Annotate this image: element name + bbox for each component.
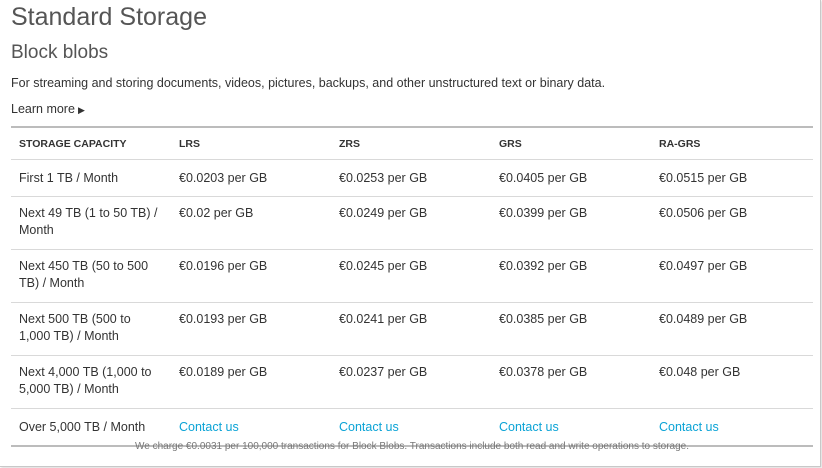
- pricing-table: STORAGE CAPACITY LRS ZRS GRS RA-GRS Firs…: [11, 126, 813, 447]
- header-lrs: LRS: [171, 127, 331, 160]
- triangle-right-icon: ▶: [77, 105, 85, 115]
- lrs-price-cell: €0.0189 per GB: [171, 355, 331, 409]
- zrs-price-cell: €0.0237 per GB: [331, 355, 491, 409]
- grs-contact-us-link[interactable]: Contact us: [499, 420, 559, 434]
- lrs-price-cell: €0.02 per GB: [171, 196, 331, 250]
- capacity-cell: Next 450 TB (50 to 500 TB) / Month: [11, 249, 171, 303]
- grs-price-cell: €0.0405 per GB: [491, 159, 651, 197]
- table-row: First 1 TB / Month €0.0203 per GB €0.025…: [11, 159, 813, 197]
- lrs-price-cell: €0.0196 per GB: [171, 249, 331, 303]
- header-zrs: ZRS: [331, 127, 491, 160]
- grs-price-cell: €0.0385 per GB: [491, 302, 651, 356]
- lrs-price-cell: €0.0203 per GB: [171, 159, 331, 197]
- table-header-row: STORAGE CAPACITY LRS ZRS GRS RA-GRS: [11, 127, 813, 160]
- transactions-footnote: We charge €0.0031 per 100,000 transactio…: [134, 441, 690, 452]
- capacity-cell: Next 4,000 TB (1,000 to 5,000 TB) / Mont…: [11, 355, 171, 409]
- section-description: For streaming and storing documents, vid…: [11, 76, 606, 90]
- capacity-cell: First 1 TB / Month: [11, 159, 171, 197]
- zrs-price-cell: €0.0249 per GB: [331, 196, 491, 250]
- capacity-cell: Next 49 TB (1 to 50 TB) / Month: [11, 196, 171, 250]
- ra-grs-price-cell: €0.0497 per GB: [651, 249, 813, 303]
- table-row: Next 49 TB (1 to 50 TB) / Month €0.02 pe…: [11, 196, 813, 250]
- ra-grs-price-cell: €0.048 per GB: [651, 355, 813, 409]
- ra-grs-price-cell: €0.0506 per GB: [651, 196, 813, 250]
- grs-price-cell: €0.0399 per GB: [491, 196, 651, 250]
- zrs-price-cell: €0.0241 per GB: [331, 302, 491, 356]
- ra-grs-price-cell: €0.0515 per GB: [651, 159, 813, 197]
- header-ra-grs: RA-GRS: [651, 127, 813, 160]
- zrs-price-cell: €0.0245 per GB: [331, 249, 491, 303]
- learn-more-link[interactable]: Learn more ▶: [11, 102, 85, 116]
- zrs-contact-us-link[interactable]: Contact us: [339, 420, 399, 434]
- header-storage-capacity: STORAGE CAPACITY: [11, 127, 171, 160]
- zrs-price-cell: €0.0253 per GB: [331, 159, 491, 197]
- capacity-cell: Next 500 TB (500 to 1,000 TB) / Month: [11, 302, 171, 356]
- section-subtitle: Block blobs: [11, 42, 109, 63]
- table-row: Next 4,000 TB (1,000 to 5,000 TB) / Mont…: [11, 355, 813, 409]
- grs-price-cell: €0.0392 per GB: [491, 249, 651, 303]
- grs-price-cell: €0.0378 per GB: [491, 355, 651, 409]
- lrs-price-cell: €0.0193 per GB: [171, 302, 331, 356]
- ra-grs-contact-us-link[interactable]: Contact us: [659, 420, 719, 434]
- header-grs: GRS: [491, 127, 651, 160]
- ra-grs-price-cell: €0.0489 per GB: [651, 302, 813, 356]
- table-row: Next 450 TB (50 to 500 TB) / Month €0.01…: [11, 249, 813, 303]
- page-title: Standard Storage: [11, 3, 207, 31]
- learn-more-label: Learn more: [11, 102, 75, 116]
- table-row: Next 500 TB (500 to 1,000 TB) / Month €0…: [11, 302, 813, 356]
- lrs-contact-us-link[interactable]: Contact us: [179, 420, 239, 434]
